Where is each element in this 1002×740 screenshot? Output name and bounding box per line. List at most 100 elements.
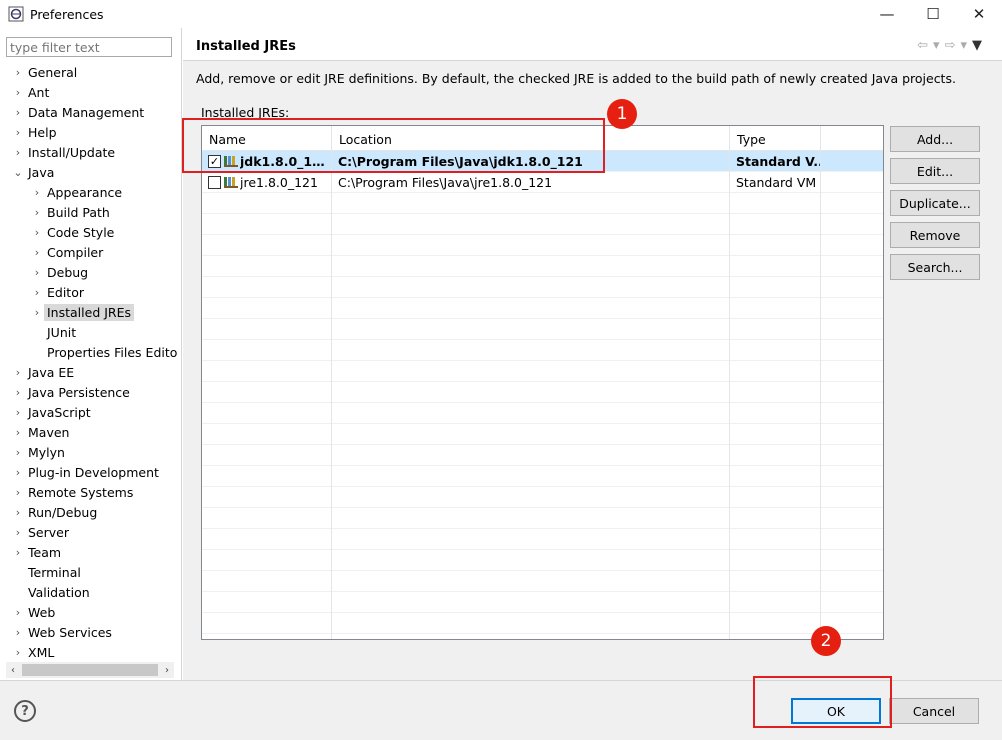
back-menu-icon[interactable]: ▾: [933, 38, 940, 53]
chevron-right-icon[interactable]: ›: [11, 506, 25, 519]
tree-item-java-ee[interactable]: › Java EE: [0, 362, 182, 382]
chevron-right-icon[interactable]: ›: [11, 86, 25, 99]
tree-item-maven[interactable]: › Maven: [0, 422, 182, 442]
empty-cell: [730, 466, 821, 487]
back-arrow-icon[interactable]: ⇦: [917, 38, 928, 53]
tree-item-run-debug[interactable]: › Run/Debug: [0, 502, 182, 522]
chevron-right-icon[interactable]: ›: [11, 126, 25, 139]
tree-item-appearance[interactable]: › Appearance: [0, 182, 182, 202]
edit-button[interactable]: Edit...: [890, 158, 980, 184]
tree-item-compiler[interactable]: › Compiler: [0, 242, 182, 262]
empty-cell: [202, 340, 332, 361]
empty-cell: [202, 550, 332, 571]
chevron-right-icon[interactable]: ›: [11, 386, 25, 399]
empty-cell: [202, 634, 332, 639]
tree-item-junit[interactable]: JUnit: [0, 322, 182, 342]
search-button[interactable]: Search...: [890, 254, 980, 280]
tree-item-help[interactable]: › Help: [0, 122, 182, 142]
empty-table-row: [202, 319, 883, 340]
chevron-right-icon[interactable]: ›: [11, 406, 25, 419]
empty-cell: [332, 340, 730, 361]
forward-menu-icon[interactable]: ▾: [960, 38, 967, 53]
tree-item-editor[interactable]: › Editor: [0, 282, 182, 302]
help-icon[interactable]: ?: [14, 700, 36, 722]
filter-input[interactable]: [6, 37, 172, 57]
chevron-right-icon[interactable]: ›: [11, 66, 25, 79]
tree-item-label: Build Path: [47, 204, 110, 220]
tree-item-xml[interactable]: › XML: [0, 642, 182, 662]
chevron-right-icon[interactable]: ›: [30, 266, 44, 279]
column-header-type[interactable]: Type: [730, 126, 821, 150]
empty-cell: [202, 256, 332, 277]
empty-cell: [730, 382, 821, 403]
minimize-button[interactable]: —: [864, 0, 910, 28]
cancel-button[interactable]: Cancel: [889, 698, 979, 724]
tree-item-properties-files-edito[interactable]: Properties Files Edito: [0, 342, 182, 362]
chevron-right-icon[interactable]: ›: [11, 366, 25, 379]
chevron-right-icon[interactable]: ›: [30, 206, 44, 219]
jre-library-icon: [224, 177, 238, 188]
tree-item-data-management[interactable]: › Data Management: [0, 102, 182, 122]
chevron-right-icon[interactable]: ›: [11, 626, 25, 639]
chevron-right-icon[interactable]: ›: [30, 286, 44, 299]
tree-item-validation[interactable]: Validation: [0, 582, 182, 602]
tree-item-mylyn[interactable]: › Mylyn: [0, 442, 182, 462]
maximize-button[interactable]: ☐: [910, 0, 956, 28]
remove-button[interactable]: Remove: [890, 222, 980, 248]
tree-item-team[interactable]: › Team: [0, 542, 182, 562]
tree-item-javascript[interactable]: › JavaScript: [0, 402, 182, 422]
tree-item-general[interactable]: › General: [0, 62, 182, 82]
chevron-right-icon[interactable]: ›: [30, 306, 44, 319]
chevron-right-icon[interactable]: ›: [11, 606, 25, 619]
table-row[interactable]: jre1.8.0_121 C:\Program Files\Java\jre1.8…: [202, 171, 883, 193]
empty-cell: [730, 235, 821, 256]
chevron-right-icon[interactable]: ›: [11, 426, 25, 439]
chevron-right-icon[interactable]: ›: [11, 106, 25, 119]
close-button[interactable]: ✕: [956, 0, 1002, 28]
tree-item-ant[interactable]: › Ant: [0, 82, 182, 102]
chevron-right-icon[interactable]: ›: [11, 526, 25, 539]
empty-table-row: [202, 571, 883, 592]
tree-item-terminal[interactable]: Terminal: [0, 562, 182, 582]
empty-cell: [730, 403, 821, 424]
jre-name-cell: jre1.8.0_121: [202, 171, 332, 193]
chevron-right-icon[interactable]: ›: [30, 186, 44, 199]
empty-cell: [332, 214, 730, 235]
empty-cell: [730, 298, 821, 319]
tree-item-installed-jres[interactable]: › Installed JREs: [0, 302, 182, 322]
tree-item-label: Ant: [28, 84, 50, 100]
add-button[interactable]: Add...: [890, 126, 980, 152]
chevron-right-icon[interactable]: ›: [11, 446, 25, 459]
tree-item-build-path[interactable]: › Build Path: [0, 202, 182, 222]
tree-item-java-persistence[interactable]: › Java Persistence: [0, 382, 182, 402]
scroll-right-icon[interactable]: ›: [160, 665, 174, 676]
tree-item-java[interactable]: ⌄ Java: [0, 162, 182, 182]
tree-item-code-style[interactable]: › Code Style: [0, 222, 182, 242]
chevron-right-icon[interactable]: ›: [11, 146, 25, 159]
chevron-right-icon[interactable]: ›: [11, 466, 25, 479]
tree-item-label: Properties Files Edito: [47, 344, 178, 360]
default-jre-checkbox[interactable]: [208, 175, 221, 189]
tree-item-install-update[interactable]: › Install/Update: [0, 142, 182, 162]
duplicate-button[interactable]: Duplicate...: [890, 190, 980, 216]
forward-arrow-icon[interactable]: ⇨: [945, 38, 956, 53]
tree-item-server[interactable]: › Server: [0, 522, 182, 542]
empty-cell: [332, 298, 730, 319]
chevron-right-icon[interactable]: ›: [30, 226, 44, 239]
tree-item-plug-in-development[interactable]: › Plug-in Development: [0, 462, 182, 482]
tree-item-remote-systems[interactable]: › Remote Systems: [0, 482, 182, 502]
tree-item-web[interactable]: › Web: [0, 602, 182, 622]
chevron-right-icon[interactable]: ›: [11, 646, 25, 659]
scrollbar-thumb[interactable]: [22, 664, 158, 676]
tree-item-web-services[interactable]: › Web Services: [0, 622, 182, 642]
chevron-right-icon[interactable]: ›: [30, 246, 44, 259]
chevron-right-icon[interactable]: ›: [11, 486, 25, 499]
chevron-right-icon[interactable]: ›: [11, 546, 25, 559]
chevron-down-icon[interactable]: ⌄: [11, 166, 25, 179]
scroll-left-icon[interactable]: ‹: [6, 665, 20, 676]
view-menu-icon[interactable]: ▼: [972, 38, 982, 53]
tree-item-debug[interactable]: › Debug: [0, 262, 182, 282]
tree-horizontal-scrollbar[interactable]: ‹ ›: [6, 662, 174, 678]
empty-cell: [202, 445, 332, 466]
empty-cell: [730, 361, 821, 382]
